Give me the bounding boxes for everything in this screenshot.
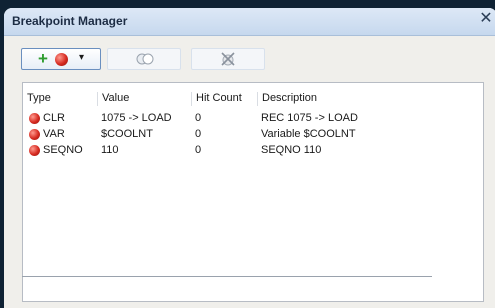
cell-value: $COOLNT xyxy=(101,128,153,140)
cell-description: REC 1075 -> LOAD xyxy=(261,112,358,124)
table-row[interactable]: VAR $COOLNT 0 Variable $COOLNT xyxy=(23,128,483,142)
cell-type: CLR xyxy=(43,112,66,124)
toggle-breakpoint-button[interactable] xyxy=(107,48,181,70)
delete-breakpoint-button[interactable] xyxy=(191,48,265,70)
delete-breakpoint-icon xyxy=(221,52,235,66)
cell-hit-count: 0 xyxy=(195,128,202,140)
plus-icon: + xyxy=(38,49,48,68)
breakpoint-icon xyxy=(29,145,40,156)
cell-value: 110 xyxy=(101,144,119,156)
chevron-down-icon[interactable]: ▾ xyxy=(79,52,84,63)
horizontal-scrollbar[interactable] xyxy=(22,276,432,282)
table-row[interactable]: CLR 1075 -> LOAD 0 REC 1075 -> LOAD xyxy=(23,112,483,126)
column-value[interactable]: Value xyxy=(97,92,188,106)
cell-description: SEQNO 110 xyxy=(261,144,322,156)
column-description[interactable]: Description xyxy=(257,92,462,106)
breakpoint-manager-window: Breakpoint Manager ✕ + ▾ Type Value Hit … xyxy=(4,8,495,308)
cell-type: SEQNO xyxy=(43,144,83,156)
cell-description: Variable $COOLNT xyxy=(261,128,356,140)
list-header: Type Value Hit Count Description xyxy=(23,92,483,106)
cell-value: 1075 -> LOAD xyxy=(101,112,172,124)
breakpoint-list: Type Value Hit Count Description CLR 107… xyxy=(22,82,484,302)
cell-type: VAR xyxy=(43,128,65,140)
table-row[interactable]: SEQNO 110 0 SEQNO 110 xyxy=(23,144,483,158)
add-breakpoint-button[interactable]: + ▾ xyxy=(21,48,101,70)
column-type[interactable]: Type xyxy=(23,92,95,106)
cell-hit-count: 0 xyxy=(195,144,202,156)
breakpoint-icon xyxy=(55,53,68,66)
breakpoint-icon xyxy=(29,129,40,140)
column-hit-count[interactable]: Hit Count xyxy=(191,92,254,106)
window-title: Breakpoint Manager xyxy=(12,14,128,28)
close-icon[interactable]: ✕ xyxy=(478,11,494,27)
toggle-breakpoint-icon xyxy=(136,53,154,65)
title-bar[interactable]: Breakpoint Manager ✕ xyxy=(4,8,495,36)
cell-hit-count: 0 xyxy=(195,112,202,124)
breakpoint-icon xyxy=(29,113,40,124)
